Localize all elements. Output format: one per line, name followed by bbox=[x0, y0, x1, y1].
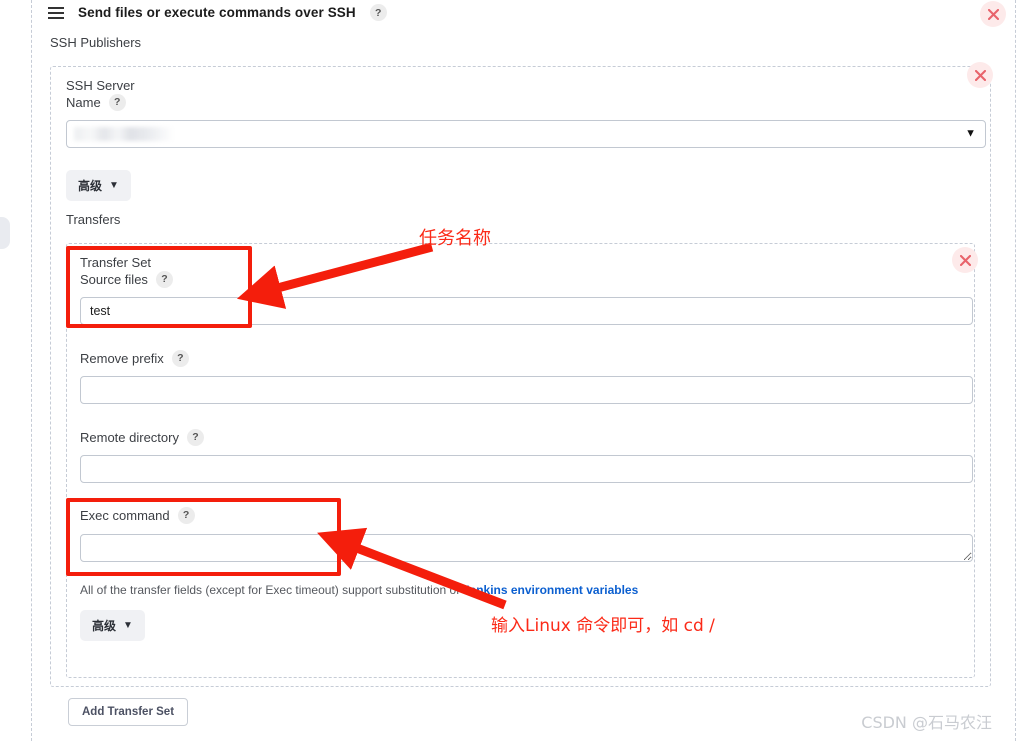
advanced-label: 高级 bbox=[92, 619, 117, 633]
exec-command-label: Exec command bbox=[80, 508, 170, 523]
env-variables-note: All of the transfer fields (except for E… bbox=[80, 583, 638, 597]
exec-command-input-wrap bbox=[80, 534, 973, 562]
close-button-transfer-set[interactable] bbox=[952, 247, 978, 273]
ssh-server-name-label-group: SSH Server Name ? bbox=[66, 77, 135, 111]
remove-prefix-input[interactable] bbox=[80, 376, 973, 404]
exec-command-label-group: Exec command ? bbox=[80, 507, 195, 524]
close-x-icon bbox=[974, 69, 986, 81]
help-icon-remove-prefix[interactable]: ? bbox=[171, 350, 189, 367]
ssh-server-label-line1: SSH Server bbox=[66, 78, 135, 93]
transfers-label: Transfers bbox=[66, 212, 121, 227]
watermark: CSDN @石马农汪 bbox=[861, 713, 992, 732]
help-icon-source-files[interactable]: ? bbox=[155, 271, 173, 288]
source-files-input-wrap bbox=[80, 297, 973, 325]
add-transfer-set-button[interactable]: Add Transfer Set bbox=[68, 698, 189, 726]
advanced-toggle-ssh-server[interactable]: 高级 ▼ bbox=[66, 170, 131, 201]
remove-prefix-input-wrap bbox=[80, 376, 973, 404]
page-title: Send files or execute commands over SSH bbox=[78, 5, 356, 20]
advanced-toggle-transfer-set[interactable]: 高级 ▼ bbox=[80, 610, 145, 641]
ssh-server-label-line2: Name bbox=[66, 95, 101, 110]
screenshot-root: Send files or execute commands over SSH … bbox=[0, 0, 1016, 741]
remote-directory-input-wrap bbox=[80, 455, 973, 483]
hamburger-icon[interactable] bbox=[48, 6, 64, 19]
remote-directory-label: Remote directory bbox=[80, 430, 179, 445]
close-x-icon bbox=[987, 8, 999, 20]
source-files-input[interactable] bbox=[80, 297, 973, 325]
transfer-set-label-line1: Transfer Set bbox=[80, 255, 152, 270]
help-icon-remote-directory[interactable]: ? bbox=[186, 429, 204, 446]
page-header: Send files or execute commands over SSH … bbox=[48, 4, 387, 21]
remote-directory-label-group: Remote directory ? bbox=[80, 429, 204, 446]
exec-command-textarea[interactable] bbox=[80, 534, 973, 562]
help-icon-ssh-server-name[interactable]: ? bbox=[108, 94, 126, 111]
remote-directory-input[interactable] bbox=[80, 455, 973, 483]
ssh-server-select-wrap: ▼ bbox=[66, 120, 986, 148]
help-icon-header[interactable]: ? bbox=[369, 4, 387, 21]
env-note-text: All of the transfer fields (except for E… bbox=[80, 583, 463, 597]
remove-prefix-label-group: Remove prefix ? bbox=[80, 350, 189, 367]
close-button-publisher[interactable] bbox=[980, 1, 1006, 27]
ssh-server-select[interactable] bbox=[66, 120, 986, 148]
ssh-publishers-label: SSH Publishers bbox=[50, 35, 142, 50]
jenkins-env-variables-link[interactable]: Jenkins environment variables bbox=[463, 583, 638, 597]
source-files-label: Source files bbox=[80, 272, 148, 287]
chevron-down-icon: ▼ bbox=[123, 620, 133, 631]
left-edge-drawer-handle[interactable] bbox=[0, 217, 10, 249]
remove-prefix-label: Remove prefix bbox=[80, 351, 164, 366]
close-button-ssh-server[interactable] bbox=[967, 62, 993, 88]
advanced-label: 高级 bbox=[78, 179, 103, 193]
source-files-label-group: Transfer Set Source files ? bbox=[80, 254, 173, 288]
help-icon-exec-command[interactable]: ? bbox=[177, 507, 195, 524]
close-x-icon bbox=[959, 254, 971, 266]
chevron-down-icon: ▼ bbox=[109, 180, 119, 191]
